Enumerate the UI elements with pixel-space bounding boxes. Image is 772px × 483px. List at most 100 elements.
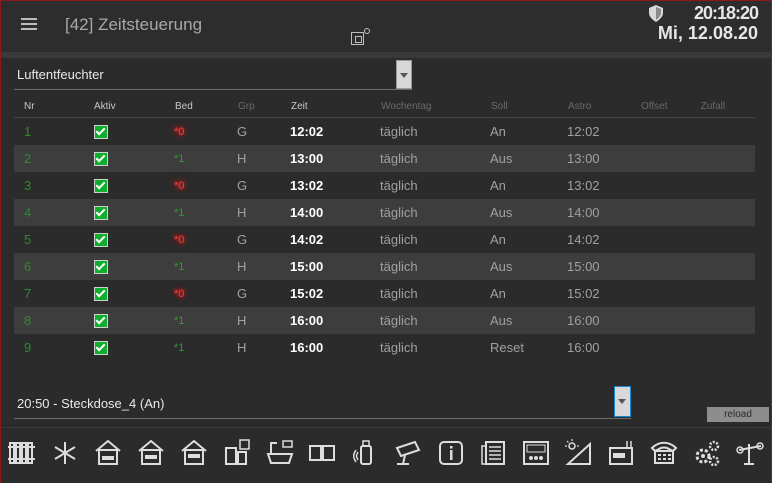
row-grp: H [237, 253, 290, 280]
book-icon[interactable] [307, 438, 337, 468]
row-grp: H [237, 340, 247, 355]
bottom-toolbar [1, 427, 771, 483]
row-zeit: 14:00 [290, 199, 380, 226]
row-soll: An [490, 286, 506, 301]
row-grp: H [237, 145, 290, 172]
row-bed: *1 [174, 145, 237, 172]
aktiv-checkbox[interactable] [94, 341, 108, 356]
row-offset [640, 118, 700, 146]
weather-station-icon[interactable] [734, 438, 764, 468]
reload-button[interactable]: reload [707, 407, 769, 422]
aktiv-checkbox[interactable] [94, 152, 108, 167]
col-soll: Soll [490, 95, 567, 118]
row-zeit: 15:00 [290, 253, 380, 280]
table-row[interactable]: 2 *1 H 13:00 täglich Aus 13:00 [14, 145, 755, 172]
col-grp: Grp [237, 95, 290, 118]
row-soll: Aus [490, 145, 567, 172]
radiator-icon[interactable] [7, 438, 37, 468]
info-icon[interactable] [436, 438, 466, 468]
thermostat-icon[interactable] [521, 438, 551, 468]
row-soll: An [490, 124, 506, 139]
phone-icon[interactable] [649, 438, 679, 468]
row-zufall [700, 280, 755, 307]
shutter-3-icon[interactable] [179, 438, 209, 468]
row-nr: 8 [14, 307, 84, 334]
table-row[interactable]: 1 *0 G 12:02 täglich An 12:02 [14, 118, 755, 146]
row-zufall [699, 145, 755, 172]
row-astro: 15:02 [567, 286, 600, 301]
table-row[interactable]: 9 *1 H 16:00 täglich Reset 16:00 [14, 334, 755, 361]
shutter-1-icon[interactable] [93, 438, 123, 468]
chevron-down-icon[interactable] [614, 386, 631, 417]
row-zufall [699, 199, 755, 226]
aktiv-checkbox[interactable] [94, 260, 108, 275]
table-row[interactable]: 3 *0 G 13:02 täglich An 13:02 [14, 172, 755, 199]
screenshot-icon[interactable] [351, 32, 364, 45]
bath-icon[interactable] [265, 438, 295, 468]
row-offset [640, 226, 700, 253]
gears-icon[interactable] [692, 438, 722, 468]
row-aktiv-cell [84, 307, 174, 334]
row-aktiv-cell [84, 145, 174, 172]
row-astro: 12:02 [567, 124, 600, 139]
row-offset [640, 199, 700, 226]
col-zeit: Zeit [290, 95, 380, 118]
row-zufall [699, 307, 755, 334]
row-aktiv-cell [84, 280, 174, 307]
row-grp: G [237, 232, 248, 247]
aktiv-checkbox[interactable] [94, 287, 108, 302]
aktiv-checkbox[interactable] [94, 125, 108, 140]
row-offset [640, 145, 700, 172]
nas-icon[interactable] [607, 438, 637, 468]
row-astro: 14:02 [567, 232, 600, 247]
row-zeit: 16:00 [290, 307, 380, 334]
table-row[interactable]: 8 *1 H 16:00 täglich Aus 16:00 [14, 307, 755, 334]
row-zufall [699, 253, 755, 280]
row-soll: Aus [490, 253, 567, 280]
sensor-icon[interactable] [350, 438, 380, 468]
hamburger-menu-icon[interactable] [21, 18, 37, 30]
row-aktiv-cell [84, 334, 174, 361]
row-bed: *1 [174, 199, 237, 226]
col-offset: Offset [640, 95, 700, 118]
row-grp: H [237, 199, 290, 226]
row-nr: 3 [24, 178, 32, 193]
device-select[interactable]: Luftentfeuchter [14, 60, 412, 90]
row-nr: 6 [14, 253, 84, 280]
row-zeit: 13:02 [290, 178, 324, 193]
window-info-icon[interactable] [222, 438, 252, 468]
table-row[interactable]: 7 *0 G 15:02 täglich An 15:02 [14, 280, 755, 307]
row-wochentag: täglich [380, 178, 418, 193]
row-soll: An [490, 232, 506, 247]
snowflake-icon[interactable] [50, 438, 80, 468]
schedule-select[interactable]: 20:50 - Steckdose_4 (An) [14, 386, 631, 419]
shutter-2-icon[interactable] [136, 438, 166, 468]
aktiv-checkbox[interactable] [94, 233, 108, 248]
row-astro: 13:02 [567, 178, 600, 193]
row-nr: 9 [24, 340, 32, 355]
row-offset [640, 172, 700, 199]
aktiv-checkbox[interactable] [94, 206, 108, 221]
row-bed: *0 [174, 125, 185, 138]
row-wochentag: täglich [380, 286, 418, 301]
row-grp: G [237, 286, 248, 301]
row-astro: 15:00 [567, 253, 640, 280]
row-astro: 16:00 [567, 307, 640, 334]
row-grp: G [237, 124, 248, 139]
row-astro: 16:00 [567, 340, 600, 355]
row-grp: G [237, 178, 248, 193]
table-row[interactable]: 5 *0 G 14:02 täglich An 14:02 [14, 226, 755, 253]
row-offset [640, 307, 700, 334]
row-zufall [700, 118, 755, 146]
row-offset [640, 334, 700, 361]
aktiv-checkbox[interactable] [94, 314, 108, 329]
aktiv-checkbox[interactable] [94, 179, 108, 194]
chevron-down-icon[interactable] [396, 60, 412, 89]
sun-angle-icon[interactable] [564, 438, 594, 468]
camera-icon[interactable] [393, 438, 423, 468]
row-wochentag: täglich [380, 124, 418, 139]
document-icon[interactable] [478, 438, 508, 468]
table-row[interactable]: 6 *1 H 15:00 täglich Aus 15:00 [14, 253, 755, 280]
shield-icon [649, 5, 663, 22]
table-row[interactable]: 4 *1 H 14:00 täglich Aus 14:00 [14, 199, 755, 226]
